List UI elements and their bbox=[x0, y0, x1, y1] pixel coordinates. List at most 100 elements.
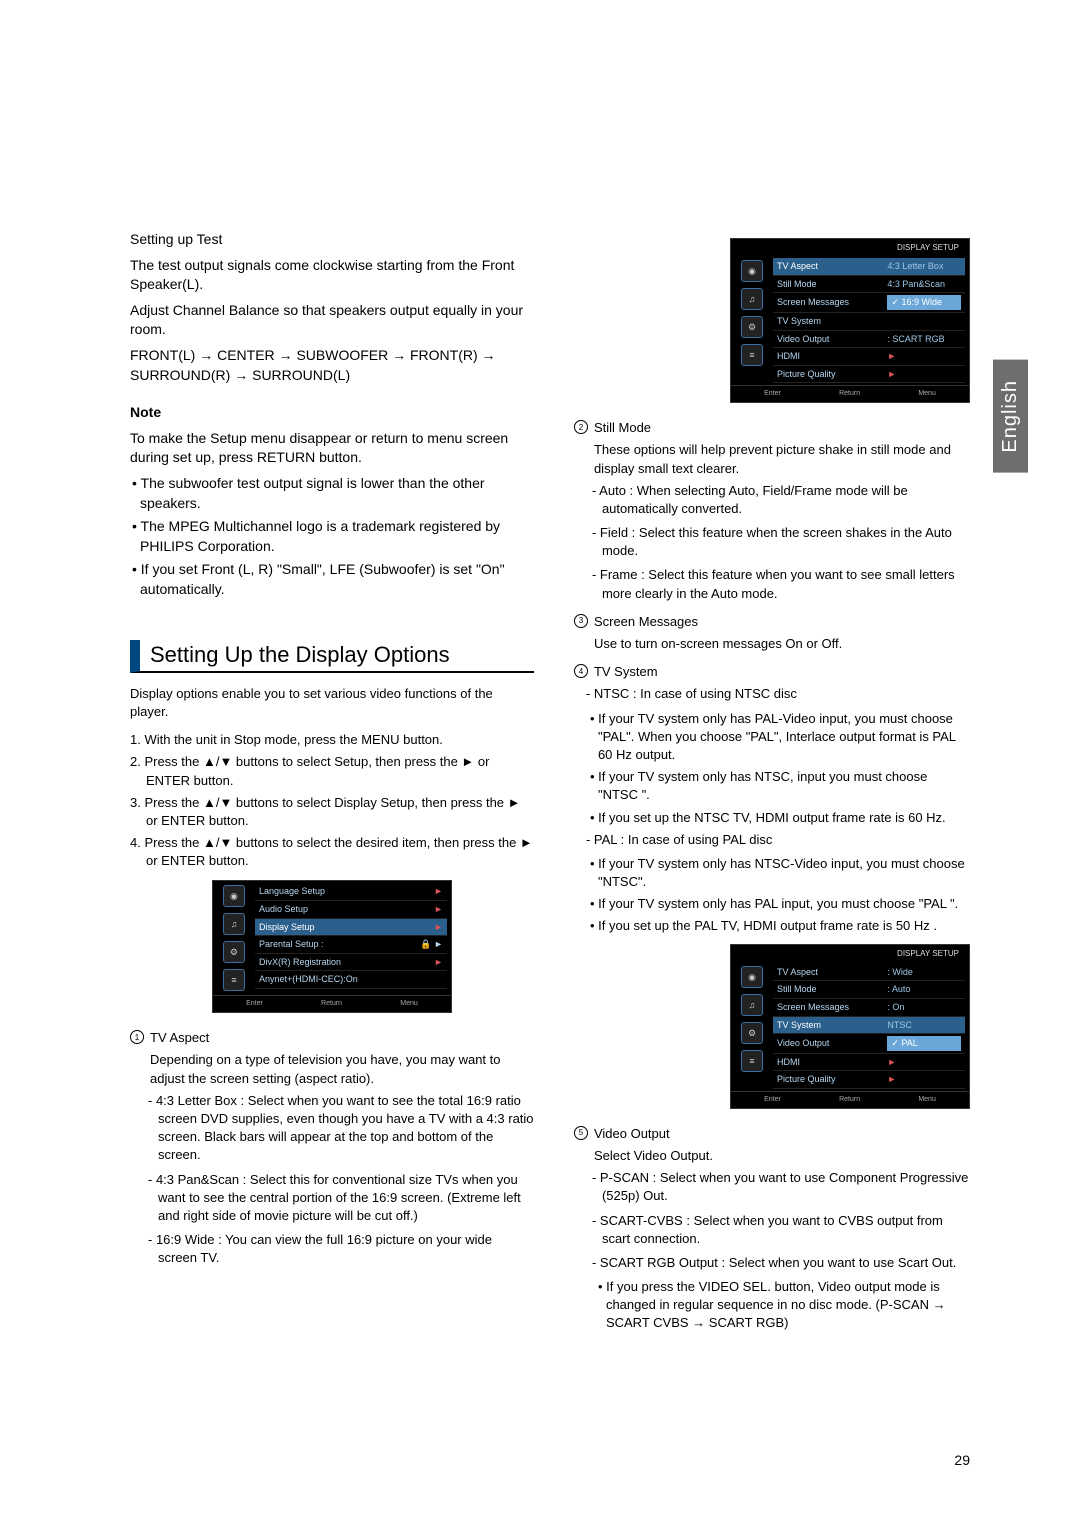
step-3: 3. Press the ▲/▼ buttons to select Displ… bbox=[130, 794, 534, 830]
item-screen-messages: 3 Screen Messages bbox=[574, 613, 970, 631]
osd-icon-disc: ◉ bbox=[223, 885, 245, 907]
osd-setup-menu: ◉ ♫ ⚙ ≡ Language Setup► Audio Setup► Dis… bbox=[212, 880, 452, 1013]
osd1-row-2: Display Setup► bbox=[255, 919, 447, 937]
num-3-icon: 3 bbox=[574, 614, 588, 628]
note-bullet-2: The MPEG Multichannel logo is a trademar… bbox=[130, 517, 534, 556]
osd-icon-setup2: ≡ bbox=[223, 969, 245, 991]
section-desc: Display options enable you to set variou… bbox=[130, 685, 534, 721]
osd3-row-3: TV SystemNTSC bbox=[773, 1017, 965, 1035]
osd1-row-4: DivX(R) Registration► bbox=[255, 954, 447, 972]
osd2-row-6: Picture Quality► bbox=[773, 366, 965, 384]
video-output-opt-2: - SCART RGB Output : Select when you wan… bbox=[574, 1254, 970, 1272]
section-heading-display-options: Setting Up the Display Options bbox=[130, 640, 534, 673]
osd3-icon-1: ◉ bbox=[741, 966, 763, 988]
osd3-row-5: HDMI► bbox=[773, 1054, 965, 1072]
osd-display-setup-2: DISPLAY SETUP ◉ ♫ ⚙ ≡ TV Aspect: Wide St… bbox=[730, 944, 970, 1109]
screen-msg-title: Screen Messages bbox=[594, 613, 698, 631]
osd3-footer-0: Enter bbox=[764, 1095, 781, 1105]
osd1-row-0: Language Setup► bbox=[255, 883, 447, 901]
tv-system-pal: - PAL : In case of using PAL disc bbox=[574, 831, 970, 849]
adjust-balance-text: Adjust Channel Balance so that speakers … bbox=[130, 301, 534, 340]
num-2-icon: 2 bbox=[574, 420, 588, 434]
num-4-icon: 4 bbox=[574, 664, 588, 678]
osd2-title: DISPLAY SETUP bbox=[731, 239, 969, 256]
still-mode-opt-1: - Field : Select this feature when the s… bbox=[574, 524, 970, 560]
right-column: DISPLAY SETUP ◉ ♫ ⚙ ≡ TV Aspect4:3 Lette… bbox=[574, 230, 970, 1337]
osd3-footer-1: Return bbox=[839, 1095, 860, 1105]
osd3-icon-3: ⚙ bbox=[741, 1022, 763, 1044]
step-2: 2. Press the ▲/▼ buttons to select Setup… bbox=[130, 753, 534, 789]
item-video-output: 5 Video Output bbox=[574, 1125, 970, 1143]
test-output-text: The test output signals come clockwise s… bbox=[130, 256, 534, 295]
ntsc-bullet-0: If your TV system only has PAL-Video inp… bbox=[574, 710, 970, 765]
tv-aspect-desc: Depending on a type of television you ha… bbox=[130, 1051, 534, 1087]
tv-aspect-title: TV Aspect bbox=[150, 1029, 209, 1047]
osd3-footer-2: Menu bbox=[918, 1095, 936, 1105]
osd3-icon-2: ♫ bbox=[741, 994, 763, 1016]
note-bullet-1: The subwoofer test output signal is lowe… bbox=[130, 474, 534, 513]
step-1: 1. With the unit in Stop mode, press the… bbox=[130, 731, 534, 749]
note-label: Note bbox=[130, 403, 534, 423]
osd3-title: DISPLAY SETUP bbox=[731, 945, 969, 962]
osd-icon-setup: ⚙ bbox=[223, 941, 245, 963]
osd2-footer-1: Return bbox=[839, 389, 860, 399]
osd3-row-1: Still Mode: Auto bbox=[773, 981, 965, 999]
note-text: To make the Setup menu disappear or retu… bbox=[130, 429, 534, 468]
speaker-chain: FRONT(L) → CENTER → SUBWOOFER → FRONT(R)… bbox=[130, 346, 534, 385]
osd3-row-6: Picture Quality► bbox=[773, 1071, 965, 1089]
page-number: 29 bbox=[954, 1452, 970, 1468]
language-tab: English bbox=[993, 360, 1028, 473]
setup-test-heading: Setting up Test bbox=[130, 230, 534, 250]
osd2-icon-4: ≡ bbox=[741, 344, 763, 366]
osd3-row-2: Screen Messages: On bbox=[773, 999, 965, 1017]
left-column: Setting up Test The test output signals … bbox=[130, 230, 534, 1337]
osd2-footer-2: Menu bbox=[918, 389, 936, 399]
osd1-footer-enter: Enter bbox=[246, 999, 263, 1009]
item-tv-system: 4 TV System bbox=[574, 663, 970, 681]
video-output-desc: Select Video Output. bbox=[574, 1147, 970, 1165]
main-columns: Setting up Test The test output signals … bbox=[130, 230, 970, 1337]
osd1-footer-menu: Menu bbox=[400, 999, 418, 1009]
tv-aspect-opt-1: - 4:3 Pan&Scan : Select this for convent… bbox=[130, 1171, 534, 1226]
osd2-row-1: Still Mode4:3 Pan&Scan bbox=[773, 276, 965, 294]
item-still-mode: 2 Still Mode bbox=[574, 419, 970, 437]
osd2-row-5: HDMI► bbox=[773, 348, 965, 366]
osd3-row-0: TV Aspect: Wide bbox=[773, 964, 965, 982]
steps-list: 1. With the unit in Stop mode, press the… bbox=[130, 731, 534, 870]
osd1-footer-return: Return bbox=[321, 999, 342, 1009]
osd2-icon-3: ⚙ bbox=[741, 316, 763, 338]
pal-bullet-1: If your TV system only has PAL input, yo… bbox=[574, 895, 970, 913]
note-bullet-3: If you set Front (L, R) "Small", LFE (Su… bbox=[130, 560, 534, 599]
osd2-row-3: TV System bbox=[773, 313, 965, 331]
osd1-row-1: Audio Setup► bbox=[255, 901, 447, 919]
osd-icon-function: ♫ bbox=[223, 913, 245, 935]
still-mode-opt-0: - Auto : When selecting Auto, Field/Fram… bbox=[574, 482, 970, 518]
osd2-row-0: TV Aspect4:3 Letter Box bbox=[773, 258, 965, 276]
video-output-opt-1: - SCART-CVBS : Select when you want to C… bbox=[574, 1212, 970, 1248]
osd1-row-3: Parental Setup :🔒 ► bbox=[255, 936, 447, 954]
still-mode-title: Still Mode bbox=[594, 419, 651, 437]
osd2-footer-0: Enter bbox=[764, 389, 781, 399]
pal-bullet-0: If your TV system only has NTSC-Video in… bbox=[574, 855, 970, 891]
screen-msg-desc: Use to turn on-screen messages On or Off… bbox=[574, 635, 970, 653]
osd-display-setup-1: DISPLAY SETUP ◉ ♫ ⚙ ≡ TV Aspect4:3 Lette… bbox=[730, 238, 970, 403]
video-output-sub: If you press the VIDEO SEL. button, Vide… bbox=[574, 1278, 970, 1333]
num-5-icon: 5 bbox=[574, 1126, 588, 1140]
tv-aspect-opt-2: - 16:9 Wide : You can view the full 16:9… bbox=[130, 1231, 534, 1267]
tv-aspect-opt-0: - 4:3 Letter Box : Select when you want … bbox=[130, 1092, 534, 1165]
still-mode-desc: These options will help prevent picture … bbox=[574, 441, 970, 477]
ntsc-bullet-2: If you set up the NTSC TV, HDMI output f… bbox=[574, 809, 970, 827]
still-mode-opt-2: - Frame : Select this feature when you w… bbox=[574, 566, 970, 602]
tv-system-title: TV System bbox=[594, 663, 658, 681]
osd1-row-5: Anynet+(HDMI-CEC):On bbox=[255, 971, 447, 989]
video-output-title: Video Output bbox=[594, 1125, 670, 1143]
osd2-row-2: Screen Messages✓ 16:9 Wide bbox=[773, 293, 965, 313]
pal-bullet-2: If you set up the PAL TV, HDMI output fr… bbox=[574, 917, 970, 935]
ntsc-bullet-1: If your TV system only has NTSC, input y… bbox=[574, 768, 970, 804]
item-tv-aspect: 1 TV Aspect bbox=[130, 1029, 534, 1047]
num-1-icon: 1 bbox=[130, 1030, 144, 1044]
video-output-opt-0: - P-SCAN : Select when you want to use C… bbox=[574, 1169, 970, 1205]
osd3-row-4: Video Output✓ PAL bbox=[773, 1034, 965, 1054]
osd2-icon-2: ♫ bbox=[741, 288, 763, 310]
osd3-icon-4: ≡ bbox=[741, 1050, 763, 1072]
